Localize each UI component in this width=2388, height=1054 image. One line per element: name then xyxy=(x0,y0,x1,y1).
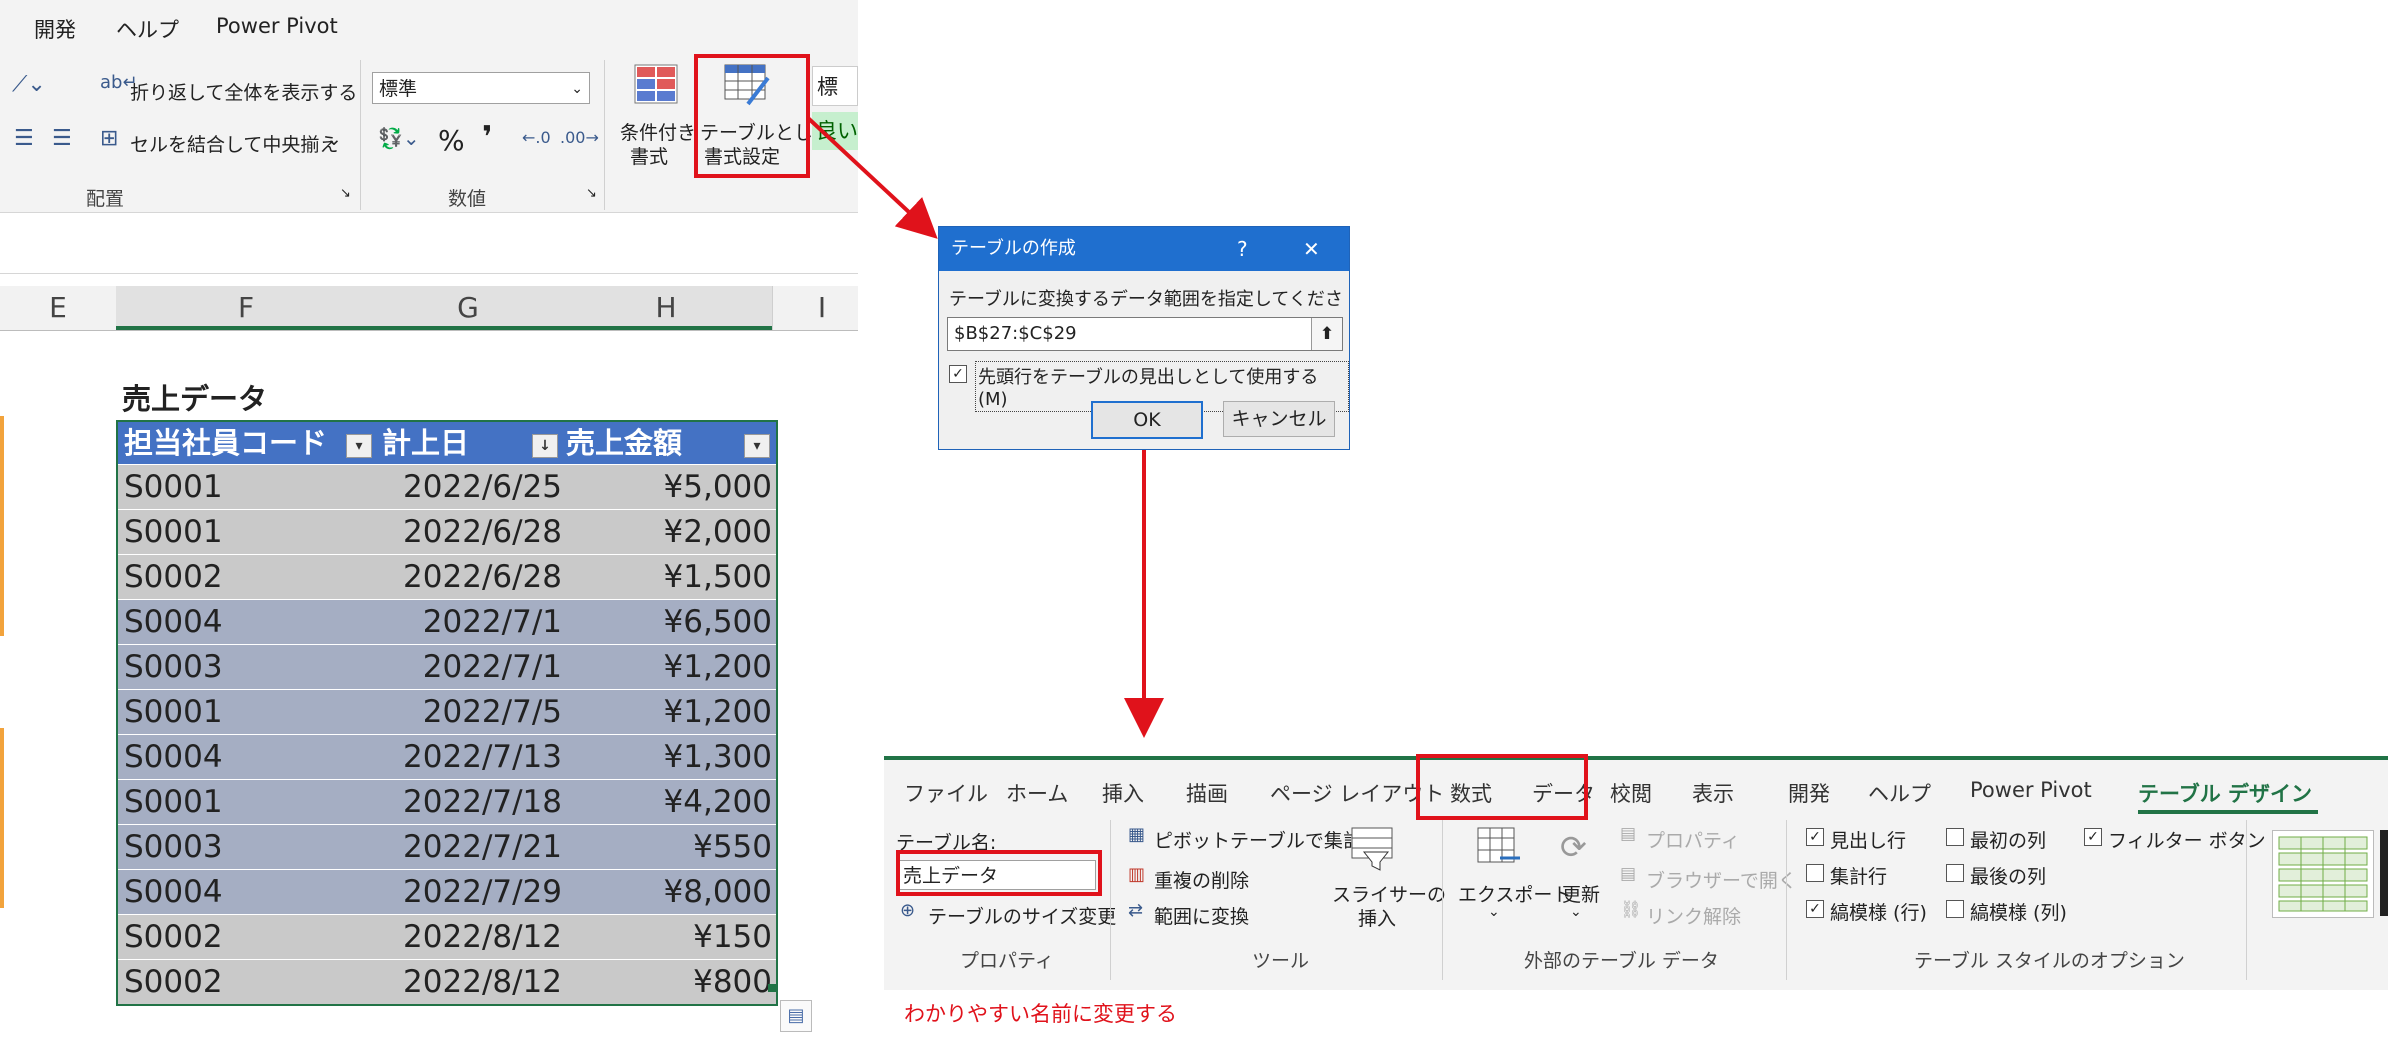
properties-icon: ▤ xyxy=(1620,824,1637,844)
export-icon[interactable] xyxy=(1476,826,1522,872)
resize-table-button[interactable]: テーブルのサイズ変更 xyxy=(928,902,1116,929)
remove-duplicates-icon[interactable]: ▥ xyxy=(1128,864,1145,885)
banded-rows-label: 縞模様 (行) xyxy=(1830,902,1927,924)
close-icon[interactable]: ✕ xyxy=(1303,227,1320,271)
total-row-checkbox[interactable] xyxy=(1806,864,1824,882)
active-tab-underline xyxy=(2138,810,2318,814)
ok-button[interactable]: OK xyxy=(1091,401,1203,439)
refresh-button[interactable]: 更新 xyxy=(1562,880,1600,907)
cancel-button[interactable]: キャンセル xyxy=(1223,401,1335,437)
table-style-gallery-item[interactable] xyxy=(2272,830,2374,918)
pivot-summary-button[interactable]: ピボットテーブルで集計 xyxy=(1154,826,1362,853)
tab-review[interactable]: 校閲 xyxy=(1610,778,1652,808)
tab-power-pivot[interactable]: Power Pivot xyxy=(1970,778,2092,802)
total-row-label: 集計行 xyxy=(1830,866,1888,888)
header-row-label: 見出し行 xyxy=(1830,830,1907,852)
tab-draw[interactable]: 描画 xyxy=(1186,778,1228,808)
chevron-down-icon[interactable]: ⌄ xyxy=(1488,904,1500,920)
highlight-box-table-name xyxy=(896,850,1102,896)
tab-developer[interactable]: 開発 xyxy=(1788,778,1830,808)
annotation-text: わかりやすい名前に変更する xyxy=(904,1002,1177,1026)
slicer-label-1[interactable]: スライサーの xyxy=(1332,880,1446,907)
header-row-checkbox[interactable]: ✓ xyxy=(949,365,967,383)
tab-insert[interactable]: 挿入 xyxy=(1102,778,1144,808)
tab-table-design[interactable]: テーブル デザイン xyxy=(2138,778,2312,808)
export-button[interactable]: エクスポート xyxy=(1458,880,1571,907)
resize-table-icon[interactable]: ⊕ xyxy=(900,900,915,921)
filter-button-label: フィルター ボタン xyxy=(2108,830,2266,852)
tab-file[interactable]: ファイル xyxy=(904,778,988,808)
banded-rows-checkbox[interactable]: ✓ xyxy=(1806,900,1824,918)
filter-button-checkbox[interactable]: ✓ xyxy=(2084,828,2102,846)
last-column-checkbox[interactable] xyxy=(1946,864,1964,882)
first-column-label: 最初の列 xyxy=(1970,830,2047,852)
tab-view[interactable]: 表示 xyxy=(1692,778,1734,808)
help-icon[interactable]: ? xyxy=(1237,227,1248,271)
range-input[interactable]: $B$27:$C$29 ⬆ xyxy=(947,317,1343,351)
last-column-label: 最後の列 xyxy=(1970,866,2047,888)
banded-columns-checkbox[interactable] xyxy=(1946,900,1964,918)
table-design-ribbon: ファイル ホーム 挿入 描画 ページ レイアウト 数式 データ 校閲 表示 開発… xyxy=(884,756,2388,990)
table-style-gallery-item[interactable] xyxy=(2380,830,2388,916)
create-table-dialog: テーブルの作成 ? ✕ テーブルに変換するデータ範囲を指定してください(W) $… xyxy=(938,226,1350,450)
properties-button: プロパティ xyxy=(1646,830,1740,852)
pivot-table-icon[interactable]: ▦ xyxy=(1128,824,1145,845)
open-browser-icon: ▤ xyxy=(1620,864,1637,884)
header-row-checkbox[interactable]: ✓ xyxy=(1806,828,1824,846)
open-browser-button: ブラウザーで開く xyxy=(1646,870,1797,892)
group-external-label: 外部のテーブル データ xyxy=(1524,950,1719,972)
dialog-titlebar: テーブルの作成 ? ✕ xyxy=(939,227,1349,271)
unlink-button: リンク解除 xyxy=(1646,906,1742,928)
tab-home[interactable]: ホーム xyxy=(1006,778,1068,808)
convert-to-range-button[interactable]: 範囲に変換 xyxy=(1154,902,1249,929)
highlight-box-table-design-tab xyxy=(1416,754,1588,820)
group-properties-label: プロパティ xyxy=(960,950,1054,972)
slicer-icon[interactable] xyxy=(1350,826,1396,872)
remove-duplicates-button[interactable]: 重複の削除 xyxy=(1154,866,1249,893)
unlink-icon: ⛓ xyxy=(1620,900,1642,920)
group-tools-label: ツール xyxy=(1252,950,1310,972)
chevron-down-icon[interactable]: ⌄ xyxy=(1570,904,1582,920)
group-style-options-label: テーブル スタイルのオプション xyxy=(1914,950,2185,972)
slicer-label-2[interactable]: 挿入 xyxy=(1358,904,1396,931)
range-input-value: $B$27:$C$29 xyxy=(954,323,1077,344)
first-column-checkbox[interactable] xyxy=(1946,828,1964,846)
collapse-dialog-icon[interactable]: ⬆ xyxy=(1311,318,1342,350)
convert-to-range-icon[interactable]: ⇄ xyxy=(1128,900,1143,921)
banded-columns-label: 縞模様 (列) xyxy=(1970,902,2067,924)
dialog-title: テーブルの作成 xyxy=(951,238,1076,259)
refresh-icon[interactable]: ⟳ xyxy=(1560,828,1587,866)
tab-help[interactable]: ヘルプ xyxy=(1868,778,1931,808)
